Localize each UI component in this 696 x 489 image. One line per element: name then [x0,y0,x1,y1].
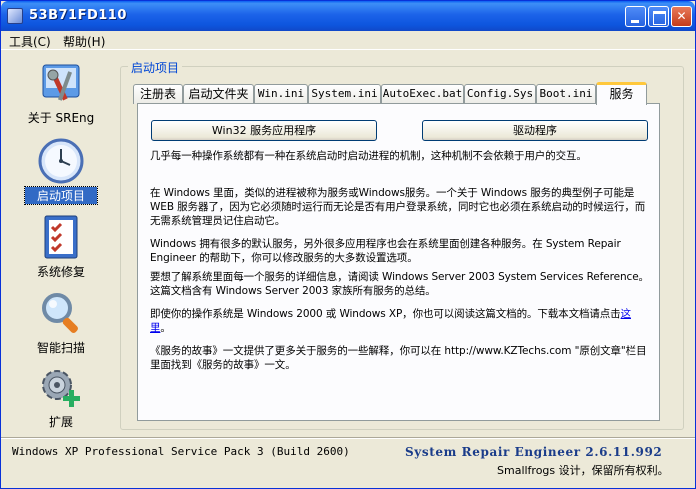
nav-label-startup: 启动项目 [24,186,98,205]
nav-label-about: 关于 SREng [27,111,95,125]
para-reference: 要想了解系统里面每一个服务的详细信息，请阅读 Windows Server 20… [150,271,649,297]
tools-icon [37,59,85,107]
para-download-end: 。 [160,322,171,334]
tab-startup-folder[interactable]: 启动文件夹 [183,84,254,104]
gear-plus-icon [37,363,85,411]
status-divider-highlight [1,438,695,439]
os-version-text: Windows XP Professional Service Pack 3 (… [12,445,350,458]
app-version-text: System Repair Engineer 2.6.11.992 [405,445,663,459]
minimize-button[interactable] [625,6,646,27]
tab-registry[interactable]: 注册表 [133,84,183,104]
menu-help[interactable]: 帮助(H) [63,33,105,50]
close-button[interactable]: ✕ [671,6,692,27]
menu-divider [1,49,695,50]
window-title: 53B71FD110 [29,8,127,23]
group-title: 启动项目 [128,59,183,76]
checklist-icon [37,213,85,261]
nav-item-extend[interactable]: 扩展 [25,363,97,430]
tab-autoexec[interactable]: AutoExec.bat [381,84,464,104]
nav-item-repair[interactable]: 系统修复 [25,213,97,280]
para-download: 即使你的操作系统是 Windows 2000 或 Windows XP，你也可以… [150,307,650,335]
maximize-button[interactable] [648,6,669,27]
menu-tools[interactable]: 工具(C) [9,33,51,50]
tab-boot-ini[interactable]: Boot.ini [536,84,596,104]
services-panel: Win32 服务应用程序 驱动程序 几乎每一种操作系统都有一种在系统启动时启动进… [137,103,660,421]
title-bar[interactable]: 53B71FD110 ✕ [1,1,695,31]
para-intro: 几乎每一种操作系统都有一种在系统启动时启动进程的机制，这种机制不会依赖于用户的交… [150,150,587,162]
nav-item-about[interactable]: 关于 SREng [25,59,97,126]
win32-services-button[interactable]: Win32 服务应用程序 [151,120,377,141]
para-default-services: Windows 拥有很多的默认服务，另外很多应用程序也会在系统里面创建各种服务。… [150,238,621,264]
para-windows-services: 在 Windows 里面，类似的进程被称为服务或Windows服务。一个关于 W… [150,187,646,227]
tab-services[interactable]: 服务 [596,82,647,105]
main-window: 53B71FD110 ✕ 工具(C) 帮助(H) 关于 SREng 启动项目 系… [0,0,696,489]
clock-icon [37,137,85,185]
tab-win-ini[interactable]: Win.ini [254,84,308,104]
nav-label-repair: 系统修复 [36,265,85,279]
para-download-text: 即使你的操作系统是 Windows 2000 或 Windows XP，你也可以… [150,308,621,320]
tab-system-ini[interactable]: System.ini [308,84,381,104]
nav-item-startup[interactable]: 启动项目 [24,137,98,205]
magnifier-icon [37,289,85,337]
app-icon [7,8,23,24]
drivers-button[interactable]: 驱动程序 [422,120,648,141]
copyright-text: Smallfrogs 设计，保留所有权利。 [497,464,669,477]
nav-item-scan[interactable]: 智能扫描 [25,289,97,356]
nav-label-extend: 扩展 [48,415,73,429]
menu-bar: 工具(C) 帮助(H) [1,31,695,49]
para-story: 《服务的故事》一文提供了更多关于服务的一些解释，你可以在 http://www.… [150,345,647,371]
tab-config-sys[interactable]: Config.Sys [464,84,536,104]
nav-label-scan: 智能扫描 [36,341,85,355]
